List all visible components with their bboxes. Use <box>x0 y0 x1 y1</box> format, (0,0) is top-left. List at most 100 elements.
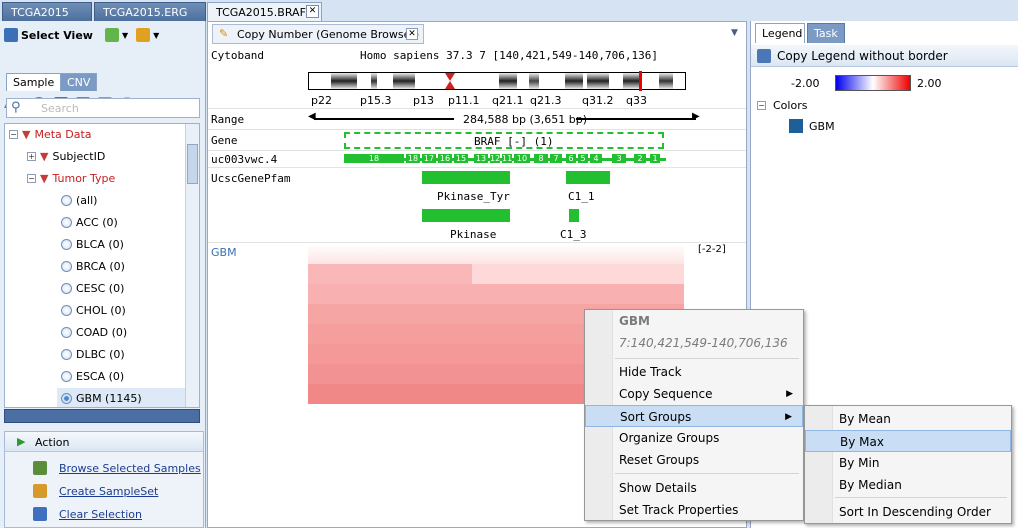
search-input[interactable]: Search <box>41 102 79 115</box>
gene-label: BRAF [-] (1) <box>474 135 554 148</box>
doc-tab-tcga2015-braf[interactable]: TCGA2015.BRAF ✕ <box>207 2 322 21</box>
radio-icon[interactable] <box>61 238 72 250</box>
tree-vertical-scrollbar[interactable] <box>185 124 199 407</box>
create-sampleset-link[interactable]: Create SampleSet <box>59 485 158 498</box>
radio-option[interactable]: (all) <box>61 190 97 210</box>
chevron-right-icon: ▶ <box>786 389 793 399</box>
action-title: Action <box>35 436 70 449</box>
domain-label: C1_3 <box>560 228 587 241</box>
chromosome-ideogram <box>308 71 686 91</box>
exon: 3 <box>612 154 626 163</box>
radio-icon[interactable] <box>61 260 72 272</box>
tab-label: Legend <box>762 27 803 40</box>
radio-option[interactable]: DLBC (0) <box>61 344 125 364</box>
close-tab-icon[interactable]: ✕ <box>406 28 418 40</box>
track-transcript[interactable]: uc003vwc.4 18 18 17 16 15 13 12 11 10 8 … <box>208 152 746 168</box>
menu-item-reset-groups[interactable]: Reset Groups <box>585 449 803 471</box>
menu-item-set-track-properties[interactable]: Set Track Properties <box>585 499 803 521</box>
group-label: GBM <box>809 120 835 133</box>
remove-star-icon[interactable] <box>136 28 151 42</box>
chevron-down-icon[interactable]: ▼ <box>153 31 159 40</box>
menu-label: By Max <box>840 435 884 449</box>
range-value: 284,588 bp (3,651 bp) <box>463 113 587 126</box>
doc-tab-tcga2015-erg[interactable]: TCGA2015.ERG <box>94 2 206 21</box>
exon: 18 <box>344 154 404 163</box>
menu-item-copy-sequence[interactable]: Copy Sequence ▶ <box>585 383 803 405</box>
tree-horizontal-scrollbar[interactable] <box>4 409 200 423</box>
gbm-color-swatch[interactable] <box>789 119 803 133</box>
menu-item-hide-track[interactable]: Hide Track <box>585 361 803 383</box>
menu-item-by-median[interactable]: By Median <box>805 474 1011 496</box>
collapse-icon[interactable]: − <box>27 173 36 183</box>
doc-tab-tcga2015[interactable]: TCGA2015 <box>2 2 92 21</box>
menu-item-sort-descending[interactable]: Sort In Descending Order <box>805 501 1011 523</box>
radio-icon[interactable] <box>61 304 72 316</box>
radio-icon[interactable] <box>61 326 72 338</box>
menu-label: Show Details <box>619 481 697 495</box>
heatmap-row <box>308 244 684 264</box>
clear-selection-link[interactable]: Clear Selection <box>59 508 142 521</box>
menu-item-by-mean[interactable]: By Mean <box>805 408 1011 430</box>
chevron-down-icon[interactable]: ▼ <box>731 28 738 38</box>
tab-task[interactable]: Task <box>807 23 845 43</box>
radio-option[interactable]: CESC (0) <box>61 278 124 298</box>
tree-node-meta-data[interactable]: − ▼ Meta Data <box>9 124 92 144</box>
track-ucsc-gene-pfam[interactable]: UcscGenePfam Pkinase_Tyr C1_1 Pkinase C1… <box>208 169 746 243</box>
radio-icon[interactable] <box>61 216 72 228</box>
tab-legend[interactable]: Legend <box>755 23 805 43</box>
tab-cnv[interactable]: CNV <box>60 73 98 91</box>
menu-label: By Min <box>839 456 880 470</box>
domain-label: Pkinase_Tyr <box>437 190 510 203</box>
select-view-button[interactable]: Select View <box>4 28 93 42</box>
add-star-icon[interactable] <box>104 28 119 42</box>
domain-pkinase-tyr <box>422 171 510 184</box>
copy-legend-button[interactable]: Copy Legend without border <box>751 45 1018 67</box>
scale-min: -2.00 <box>791 77 820 90</box>
menu-item-show-details[interactable]: Show Details <box>585 477 803 499</box>
tab-copy-number[interactable]: ✎ Copy Number (Genome Browser) <box>212 24 424 44</box>
radio-option-selected[interactable]: GBM (1145) <box>57 388 185 407</box>
browse-selected-samples-link[interactable]: Browse Selected Samples <box>59 462 201 475</box>
radio-option[interactable]: COAD (0) <box>61 322 127 342</box>
exon: 1 <box>650 154 660 163</box>
collapse-icon[interactable]: − <box>9 129 18 139</box>
menu-item-sort-groups[interactable]: Sort Groups ▶ <box>585 405 803 427</box>
expand-icon[interactable]: + <box>27 151 36 161</box>
track-range[interactable]: Range ◀ 284,588 bp (3,651 bp) ▶ <box>208 110 746 130</box>
track-cytoband[interactable]: Cytoband Homo sapiens 37.3 7 [140,421,54… <box>208 46 746 109</box>
radio-option[interactable]: BRCA (0) <box>61 256 125 276</box>
tree-node-subject-id[interactable]: + ▼ SubjectID <box>27 146 105 166</box>
search-box[interactable]: ⚲ Search <box>6 98 200 118</box>
menu-item-organize-groups[interactable]: Organize Groups <box>585 427 803 449</box>
radio-icon[interactable] <box>61 348 72 360</box>
chevron-down-icon[interactable]: ▼ <box>122 31 128 40</box>
exon: 2 <box>634 154 646 163</box>
menu-separator <box>615 358 799 359</box>
gene-braf[interactable]: BRAF [-] (1) <box>344 132 664 149</box>
scroll-thumb[interactable] <box>187 144 198 184</box>
collapse-icon[interactable]: − <box>757 101 766 110</box>
radio-option[interactable]: ESCA (0) <box>61 366 124 386</box>
menu-label: Sort In Descending Order <box>839 505 991 519</box>
track-gene[interactable]: Gene BRAF [-] (1) <box>208 131 746 151</box>
track-label: UcscGenePfam <box>211 172 291 185</box>
tree-node-tumor-type[interactable]: − ▼ Tumor Type <box>27 168 115 188</box>
range-line <box>576 118 696 120</box>
tab-sample[interactable]: Sample <box>6 73 62 91</box>
radio-option[interactable]: ACC (0) <box>61 212 118 232</box>
domain-pkinase <box>422 209 510 222</box>
close-tab-icon[interactable]: ✕ <box>306 5 319 18</box>
radio-option[interactable]: BLCA (0) <box>61 234 124 254</box>
radio-icon[interactable] <box>61 194 72 206</box>
browse-icon <box>33 461 47 475</box>
colors-label: Colors <box>773 99 808 112</box>
domain-label: C1_1 <box>568 190 595 203</box>
menu-item-by-max[interactable]: By Max <box>805 430 1011 452</box>
radio-option[interactable]: CHOL (0) <box>61 300 126 320</box>
radio-icon[interactable] <box>61 392 72 404</box>
radio-icon[interactable] <box>61 370 72 382</box>
band <box>529 73 539 89</box>
radio-icon[interactable] <box>61 282 72 294</box>
exon: 11 <box>502 154 513 163</box>
menu-item-by-min[interactable]: By Min <box>805 452 1011 474</box>
